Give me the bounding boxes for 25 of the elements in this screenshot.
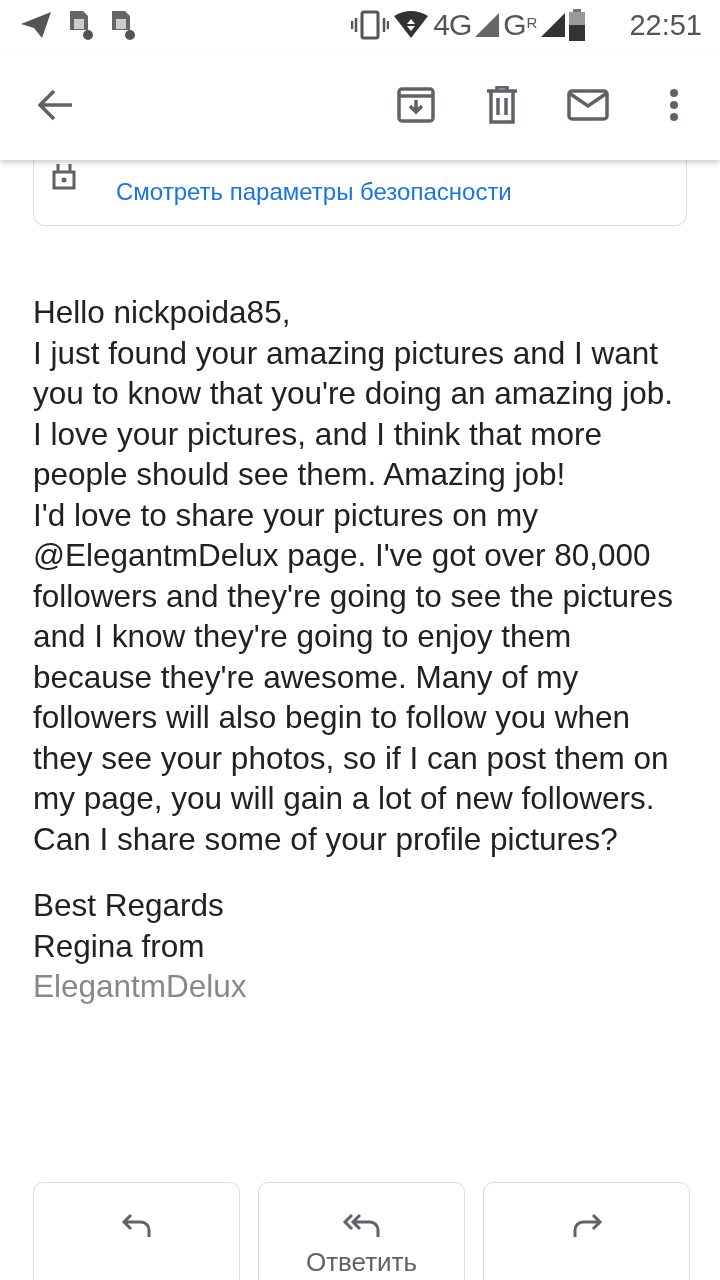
wifi-icon <box>393 10 430 40</box>
message-paragraph: I'd love to share your pictures on my @ElegantmDelux page. I've got over 80,000 followers and they're going to see the pictures and I know they're going to enjoy them because they're awesome. Many of my followers will also begin to follow you when they see your photos, so if I can post them on my page, you will gain a lot of new followers. <box>33 495 674 818</box>
signoff-line: Regina from <box>33 926 206 966</box>
greeting-text: Hello nickpoida85, <box>33 293 292 332</box>
message-paragraph: I just found your amazing pictures and I want you to know that you're doing an amazing job. I love your pictures, and I think that more people should see them. Amazing job! <box>33 333 674 494</box>
signal-icon <box>541 13 566 37</box>
signature-text: ElegantmDelux <box>33 967 248 1006</box>
reply-icon <box>120 1213 153 1239</box>
roaming-mark: R <box>526 14 538 31</box>
reply-all-icon <box>341 1213 382 1239</box>
sim-card-icon <box>110 9 136 41</box>
signal-icon <box>475 13 500 37</box>
battery-icon <box>569 9 586 41</box>
lock-icon <box>52 164 76 190</box>
signoff-line: Best Regards <box>33 886 225 925</box>
reply-all-button[interactable]: Ответить <box>258 1182 465 1280</box>
sim-card-icon <box>68 9 94 41</box>
more-icon <box>669 88 679 122</box>
clock: 22:51 <box>629 8 702 42</box>
network-type: 4G <box>433 8 472 42</box>
security-settings-link[interactable]: Смотреть параметры безопасности <box>116 178 512 206</box>
network-type: G <box>503 8 526 42</box>
paper-plane-icon <box>20 11 52 39</box>
message-paragraph: Can I share some of your profile pictures? <box>33 819 619 859</box>
vibrate-icon <box>351 10 390 40</box>
